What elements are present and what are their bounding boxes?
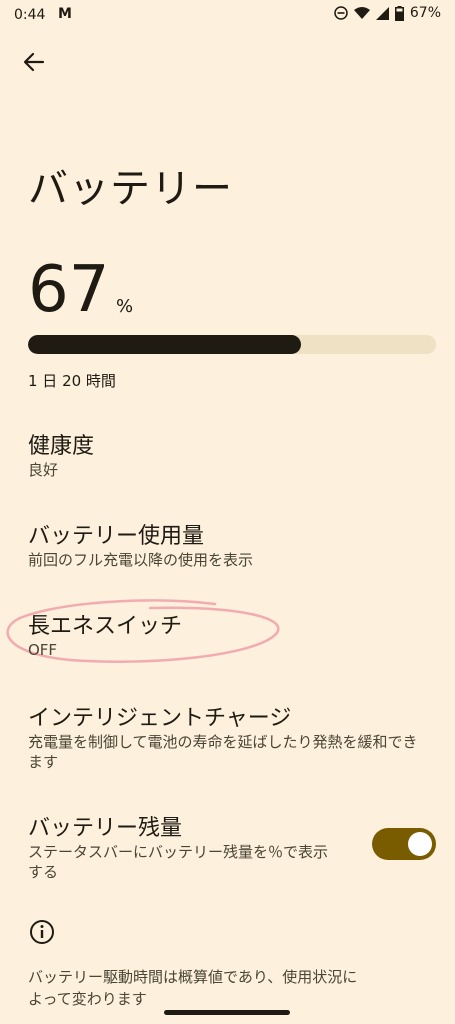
signal-icon — [375, 6, 389, 20]
battery-info-text: バッテリー駆動時間は概算値であり、使用状況によって変わります — [28, 968, 358, 1008]
setting-subtitle: 充電量を制御して電池の寿命を延ばしたり発熱を緩和できます — [28, 733, 418, 771]
setting-title: インテリジェントチャージ — [28, 706, 292, 731]
setting-intelligent-charge[interactable]: インテリジェントチャージ 充電量を制御して電池の寿命を延ばしたり発熱を緩和できま… — [0, 692, 455, 778]
info-icon — [30, 920, 54, 944]
wifi-icon — [353, 7, 370, 19]
notification-m-icon: M — [58, 6, 72, 22]
status-icons: 67% — [334, 5, 441, 21]
back-button[interactable] — [14, 42, 54, 82]
gesture-nav-handle[interactable] — [164, 1010, 290, 1015]
setting-subtitle: OFF — [28, 641, 58, 659]
battery-level-bar — [28, 335, 436, 354]
setting-health[interactable]: 健康度 良好 — [0, 420, 455, 490]
status-time: 0:44 — [14, 7, 46, 23]
time-remaining: 1 日 20 時間 — [28, 372, 116, 390]
dnd-icon — [334, 6, 348, 20]
setting-subtitle: 良好 — [28, 461, 59, 479]
setting-title: 健康度 — [28, 434, 95, 459]
setting-subtitle: 前回のフル充電以降の使用を表示 — [28, 551, 254, 569]
setting-title: 長エネスイッチ — [28, 614, 183, 639]
setting-subtitle: ステータスバーにバッテリー残量を％で表示する — [28, 843, 329, 881]
status-bar: 0:44 M 67% — [0, 0, 455, 32]
status-battery-text: 67% — [409, 5, 441, 21]
battery-icon — [394, 5, 404, 21]
page-title: バッテリー — [28, 166, 233, 212]
battery-percentage-toggle[interactable] — [372, 828, 436, 860]
setting-title: バッテリー残量 — [28, 816, 183, 841]
battery-percent: 67 — [28, 253, 110, 327]
setting-battery-usage[interactable]: バッテリー使用量 前回のフル充電以降の使用を表示 — [0, 510, 455, 580]
battery-level-fill — [28, 335, 302, 354]
setting-long-energy-switch[interactable]: 長エネスイッチ OFF — [0, 600, 455, 670]
setting-title: バッテリー使用量 — [28, 524, 205, 549]
toggle-knob — [408, 832, 432, 856]
battery-percent-unit: % — [116, 296, 134, 317]
back-arrow-icon — [23, 52, 45, 72]
